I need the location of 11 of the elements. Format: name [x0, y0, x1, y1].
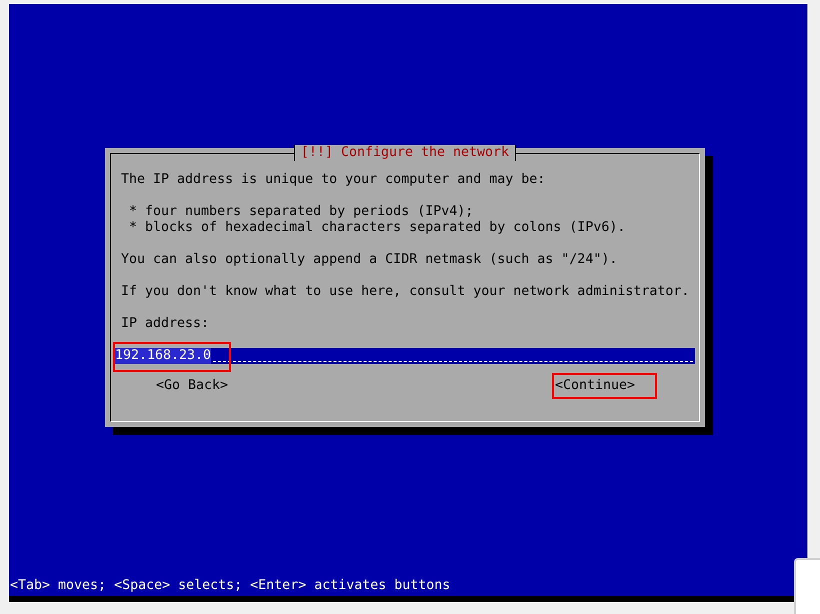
window-corner	[794, 558, 820, 614]
dialog-title: [!!] Configure the network	[294, 145, 516, 161]
text-line: * blocks of hexadecimal characters separated by colons (IPv6).	[128, 220, 626, 236]
text-line: * four numbers separated by periods (IPv4);	[128, 204, 474, 220]
field-label: IP address:	[121, 316, 210, 332]
text-line: If you don't know what to use here, consult your network administrator.	[121, 284, 689, 300]
text-line: You can also optionally append a CIDR netmask (such as "/24").	[121, 252, 618, 268]
ip-address-field[interactable]: 192.168.23.0	[115, 348, 695, 364]
dialog-button[interactable]: <Continue>	[552, 373, 657, 399]
text-line: The IP address is unique to your computer and may be:	[121, 172, 546, 188]
dialog-button[interactable]: <Go Back>	[153, 373, 250, 399]
